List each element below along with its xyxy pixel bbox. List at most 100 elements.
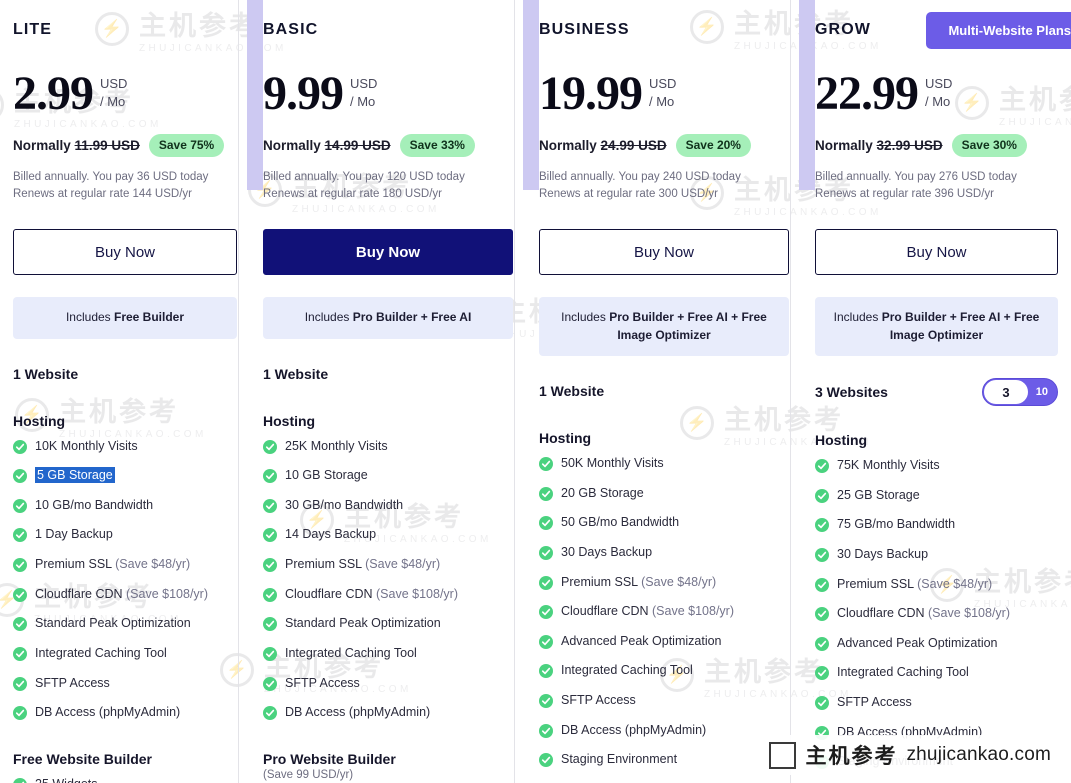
feature-label: 20 GB Storage <box>561 485 644 500</box>
check-circle-icon <box>815 607 829 626</box>
check-circle-icon <box>13 587 27 607</box>
check-circle-icon <box>815 666 829 685</box>
feature-item: Standard Peak Optimization <box>263 616 513 636</box>
check-circle-icon <box>815 488 829 508</box>
feature-note: (Save $48/yr) <box>365 557 441 572</box>
feature-label: 5 GB Storage <box>35 467 115 484</box>
feature-section-title: Pro Website Builder <box>263 750 396 767</box>
check-circle-icon <box>539 664 553 683</box>
feature-text: DB Access (phpMyAdmin) <box>561 723 706 739</box>
toggle-option-10[interactable]: 10 <box>1036 379 1048 405</box>
feature-label: 50K Monthly Visits <box>561 456 664 470</box>
feature-label: DB Access (phpMyAdmin) <box>561 722 707 737</box>
billing-note: Billed annually. You pay 36 USD today Ren… <box>13 169 237 205</box>
plan-title: BASIC <box>263 21 319 38</box>
feature-label: Staging Environment <box>561 752 678 767</box>
feature-text: Integrated Caching Tool <box>35 646 167 662</box>
buy-now-button[interactable]: Buy Now <box>263 229 513 276</box>
feature-note: (Save $48/yr) <box>641 574 717 589</box>
feature-label: Premium SSL <box>837 576 918 591</box>
billing-line-1: Billed annually. You pay 240 USD today <box>539 170 741 183</box>
feature-text: 1 Day Backup <box>35 527 113 543</box>
price-block: 9.99 USD / Mo <box>263 70 513 118</box>
price-unit: USD / Mo <box>649 75 676 110</box>
feature-label: SFTP Access <box>561 693 636 707</box>
price-block: 19.99 USD / Mo <box>539 67 789 120</box>
check-circle-icon <box>263 646 277 666</box>
includes-banner: Includes Pro Builder + Free AI + Free Im… <box>539 297 789 356</box>
check-circle-icon <box>815 459 829 478</box>
websites-count-label: 1 Website <box>13 365 79 382</box>
feature-item: 1 Day Backup <box>13 527 237 547</box>
feature-label: 10K Monthly Visits <box>35 438 138 453</box>
feature-item: 25 GB Storage <box>815 488 1058 508</box>
feature-item: 50K Monthly Visits <box>539 456 789 476</box>
websites-row: 1 Website <box>539 378 789 404</box>
feature-item: 30 Days Backup <box>539 545 789 565</box>
includes-highlight: Pro Builder + Free AI + <box>609 310 739 325</box>
feature-item: Advanced Peak Optimization <box>815 636 1058 656</box>
feature-text: DB Access (phpMyAdmin) <box>35 705 180 721</box>
feature-label: Integrated Caching Tool <box>35 645 167 660</box>
feature-text: 30 Days Backup <box>837 547 928 563</box>
normally-price: Normally 24.99 USD <box>539 138 667 153</box>
feature-item: Integrated Caching Tool <box>815 665 1058 685</box>
feature-item: 75 GB/mo Bandwidth <box>815 517 1058 537</box>
feature-list: 25 WidgetsResponsive Designs <box>13 777 237 783</box>
feature-text: Advanced Peak Optimization <box>561 634 722 650</box>
normally-label: Normally <box>263 137 321 153</box>
feature-text: 10 GB/mo Bandwidth <box>35 498 153 514</box>
feature-text: Premium SSL (Save $48/yr) <box>35 557 190 573</box>
billing-line-2: Renews at regular rate 144 USD/yr <box>13 188 192 201</box>
feature-item: 30 GB/mo Bandwidth <box>263 498 513 518</box>
feature-text: Premium SSL (Save $48/yr) <box>285 557 440 573</box>
feature-text: 50 GB/mo Bandwidth <box>561 515 679 531</box>
includes-highlight: Pro Builder + Free AI + <box>881 310 1011 325</box>
plan-columns: LITE 2.99 USD / Mo Normally 11.99 USD Save 75… <box>0 0 1071 783</box>
feature-label: 75K Monthly Visits <box>837 458 940 472</box>
buy-now-button[interactable]: Buy Now <box>815 229 1058 276</box>
feature-list: 25K Monthly Visits 10 GB Storage 30 GB/mo … <box>263 439 513 725</box>
feature-section-title: Hosting <box>815 432 868 448</box>
normally-label: Normally <box>539 137 597 153</box>
feature-item: Premium SSL (Save $48/yr) <box>263 557 513 577</box>
price-amount: 19.99 <box>539 67 643 120</box>
save-badge: Save 20% <box>675 133 751 157</box>
pricing-page: 主机参考 ZHUJICANKAO.COM 主机参考 ZHUJICANKAO.CO… <box>0 0 1071 783</box>
billing-line-1: Billed annually. You pay 276 USD today <box>815 170 1017 183</box>
website-count-toggle[interactable]: 10 3 <box>982 378 1058 406</box>
feature-item: SFTP Access <box>263 676 513 696</box>
buy-now-button[interactable]: Buy Now <box>539 229 789 276</box>
feature-text: Standard Peak Optimization <box>35 616 191 632</box>
feature-text: Advanced Peak Optimization <box>837 636 998 652</box>
feature-label: 1 Day Backup <box>35 527 113 542</box>
footer-watermark-cn: 主机参考 <box>805 745 898 768</box>
feature-note: (Save $48/yr) <box>917 576 993 591</box>
multi-website-plans-button[interactable]: Multi-Website Plans <box>926 12 1071 49</box>
feature-label: Premium SSL <box>285 557 366 572</box>
feature-text: 75K Monthly Visits <box>837 458 940 474</box>
buy-now-button[interactable]: Buy Now <box>13 229 237 276</box>
save-badge: Save 75% <box>148 133 225 157</box>
feature-list: 50K Monthly Visits 20 GB Storage 50 GB/mo … <box>539 456 789 772</box>
check-circle-icon <box>815 577 829 597</box>
feature-label: Cloudflare CDN <box>561 604 653 619</box>
feature-item: Integrated Caching Tool <box>263 646 513 666</box>
feature-list: 10K Monthly Visits 5 GB Storage 10 GB/mo B… <box>13 439 237 725</box>
feature-text: Integrated Caching Tool <box>561 663 693 679</box>
price-unit: USD / Mo <box>100 75 127 110</box>
feature-item: SFTP Access <box>13 676 237 696</box>
feature-item: SFTP Access <box>815 695 1058 715</box>
normally-label: Normally <box>815 137 873 153</box>
feature-item: Advanced Peak Optimization <box>539 634 789 654</box>
feature-text: SFTP Access <box>837 695 912 711</box>
feature-label: 25 GB Storage <box>837 487 920 502</box>
feature-label: 25 Widgets <box>35 777 98 783</box>
feature-label: 30 GB/mo Bandwidth <box>285 497 404 512</box>
feature-label: SFTP Access <box>35 675 110 690</box>
billing-line-1: Billed annually. You pay 120 USD today <box>263 170 465 183</box>
feature-text: 25 GB Storage <box>837 488 920 504</box>
feature-item: DB Access (phpMyAdmin) <box>13 705 237 725</box>
toggle-option-3-selected[interactable]: 3 <box>984 380 1028 404</box>
check-circle-icon <box>263 439 277 459</box>
